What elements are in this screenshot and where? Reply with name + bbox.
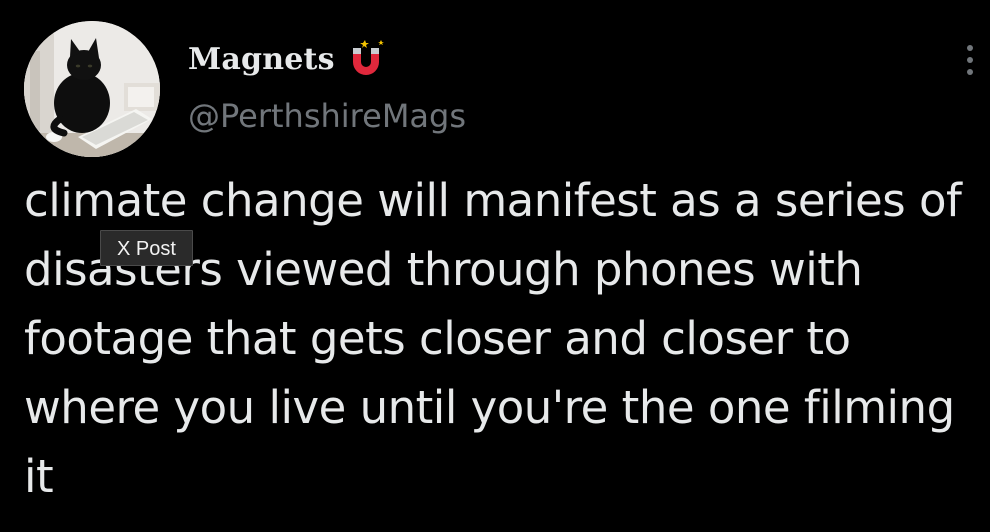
magnet-icon bbox=[352, 40, 384, 75]
more-dot bbox=[967, 69, 973, 75]
avatar[interactable] bbox=[24, 21, 160, 157]
author-name-row[interactable]: Magnets bbox=[188, 40, 387, 80]
tweet-text: climate change will manifest as a series… bbox=[24, 174, 962, 503]
display-name[interactable]: Magnets bbox=[188, 45, 335, 75]
more-dot bbox=[967, 57, 973, 63]
author-handle[interactable]: @PerthshireMags bbox=[188, 100, 466, 132]
black-cat-avatar bbox=[24, 21, 160, 157]
x-post-watermark: X Post bbox=[100, 230, 193, 266]
more-options-icon[interactable] bbox=[956, 40, 984, 80]
more-dot bbox=[967, 45, 973, 51]
